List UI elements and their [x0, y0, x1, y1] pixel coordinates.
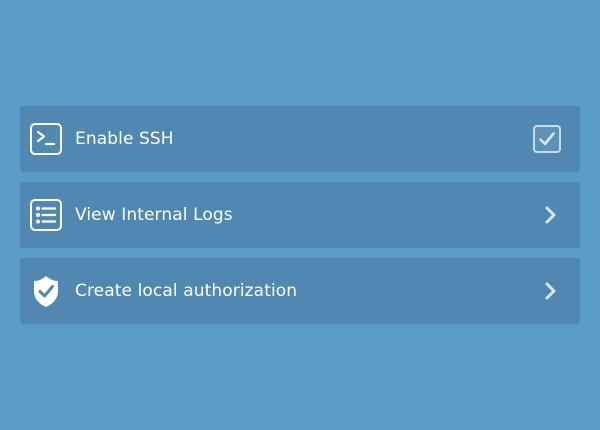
settings-list: Enable SSH View Internal Logs Create loc… — [20, 106, 580, 334]
enable-ssh-label: Enable SSH — [75, 129, 174, 149]
checkmark-icon — [539, 132, 555, 146]
terminal-icon — [29, 122, 63, 156]
create-local-authorization-label: Create local authorization — [75, 281, 298, 301]
view-internal-logs-row[interactable]: View Internal Logs — [20, 182, 580, 248]
enable-ssh-checkbox[interactable] — [533, 125, 561, 153]
chevron-right-icon[interactable] — [536, 200, 566, 230]
chevron-right-icon[interactable] — [536, 276, 566, 306]
enable-ssh-row[interactable]: Enable SSH — [20, 106, 580, 172]
create-local-authorization-row[interactable]: Create local authorization — [20, 258, 580, 324]
list-icon — [29, 198, 63, 232]
view-internal-logs-label: View Internal Logs — [75, 205, 233, 225]
shield-check-icon — [29, 274, 63, 308]
